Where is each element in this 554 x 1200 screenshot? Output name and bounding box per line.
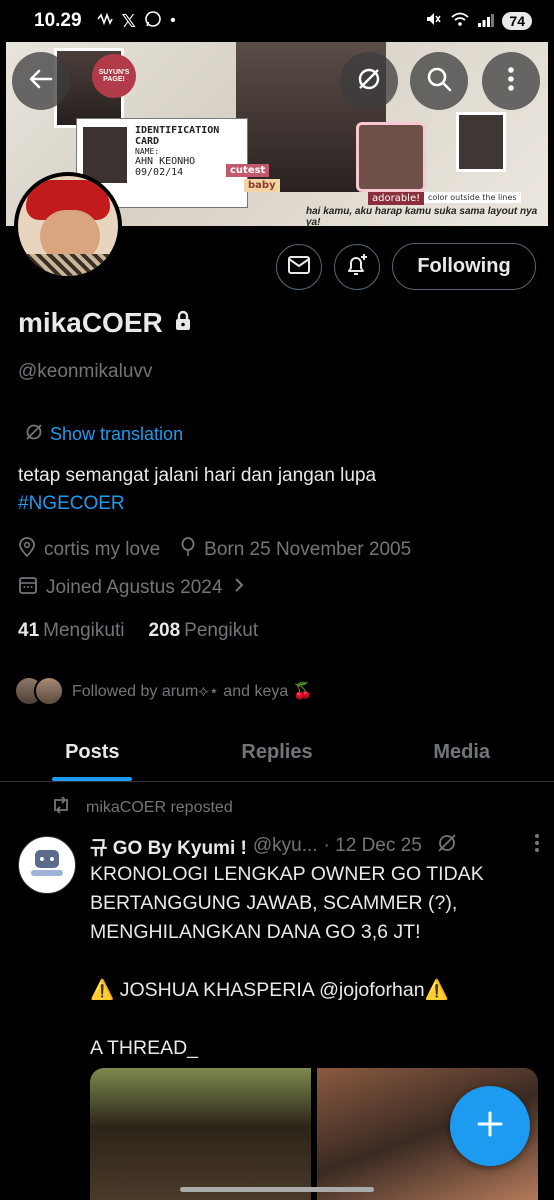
more-vertical-icon: [507, 66, 515, 97]
bio-hashtag-link[interactable]: #NGECOER: [18, 490, 538, 518]
plus-icon: [476, 1110, 504, 1143]
repost-label: mikaCOER reposted: [86, 798, 233, 816]
search-button[interactable]: [410, 52, 468, 110]
message-button[interactable]: [276, 244, 322, 290]
vibrate-icon: [96, 12, 114, 31]
birthday-item: Born 25 November 2005: [180, 537, 411, 563]
post-author-avatar[interactable]: [18, 836, 76, 894]
location-item: cortis my love: [18, 537, 160, 563]
arrow-left-icon: [27, 65, 55, 98]
id-card-date: 09/02/14: [135, 167, 184, 178]
follower-avatar: [34, 676, 64, 706]
compose-button[interactable]: [450, 1086, 530, 1166]
dot-icon: •: [170, 12, 176, 29]
x-logo-icon: 𝕏: [121, 10, 137, 31]
banner-tag-adorable: adorable!: [368, 192, 425, 205]
profile-avatar[interactable]: [14, 172, 122, 280]
author-logo-icon: [27, 846, 67, 885]
status-time: 10.29: [34, 10, 82, 31]
whatsapp-icon: [144, 10, 162, 33]
following-count-link[interactable]: 41 Mengikuti: [18, 620, 124, 642]
profile-meta-row: cortis my love Born 25 November 2005: [18, 537, 423, 563]
show-translation-link[interactable]: Show translation: [24, 422, 183, 447]
id-card-name: AHN KEONHO: [135, 156, 196, 167]
show-translation-label: Show translation: [50, 424, 184, 444]
notifications-button[interactable]: [334, 244, 380, 290]
display-name: mikaCOER: [18, 307, 193, 339]
banner-stamp: SUYUN'S PAGE!: [92, 54, 136, 98]
followers-count-link[interactable]: 208 Pengikut: [148, 620, 258, 642]
status-left-icons: 𝕏 •: [96, 10, 176, 33]
profile-tabs: Posts Replies Media: [0, 724, 554, 782]
status-bar: 10.29 𝕏 • 74: [0, 0, 554, 42]
joined-text: Joined Agustus 2024: [46, 577, 223, 598]
followed-by-text: Followed by arum⟡⋆ and keya 🍒: [72, 683, 313, 700]
repost-indicator: mikaCOER reposted: [50, 796, 233, 819]
post-author-name[interactable]: 규 GO By Kyumi !: [90, 833, 247, 860]
banner-caption: hai kamu, aku harap kamu suka sama layou…: [306, 206, 538, 226]
followers-count: 208: [148, 620, 181, 641]
bio-text: tetap semangat jalani hari dan jangan lu…: [18, 465, 377, 486]
home-indicator[interactable]: [180, 1187, 374, 1192]
banner-photo-heart: [356, 122, 426, 192]
tab-replies[interactable]: Replies: [185, 724, 370, 781]
grok-icon: [355, 65, 383, 98]
banner-photo-small: [456, 112, 506, 172]
wifi-icon: [450, 11, 470, 32]
avatar-shirt: [18, 254, 118, 276]
profile-bio: tetap semangat jalani hari dan jangan lu…: [18, 462, 538, 518]
followed-by-row[interactable]: Followed by arum⟡⋆ and keya 🍒: [14, 676, 313, 706]
post-media-image[interactable]: [90, 1068, 311, 1200]
more-options-button[interactable]: [482, 52, 540, 110]
post-date[interactable]: · 12 Dec 25: [324, 835, 422, 857]
balloon-icon: [180, 537, 196, 563]
banner-tag-cutest: cutest: [226, 164, 270, 177]
profile-handle: @keonmikaluvv: [18, 361, 153, 382]
envelope-icon: [287, 255, 311, 280]
grok-button[interactable]: [340, 52, 398, 110]
follow-counts: 41 Mengikuti 208 Pengikut: [18, 620, 258, 642]
location-pin-icon: [18, 537, 36, 563]
battery-indicator: 74: [502, 12, 532, 30]
chevron-right-icon: [234, 577, 244, 599]
joined-row[interactable]: Joined Agustus 2024: [18, 575, 244, 601]
search-icon: [425, 65, 453, 98]
signal-icon: [478, 11, 495, 32]
mute-icon: [424, 10, 442, 33]
bell-plus-icon: [344, 252, 370, 283]
post-header: 규 GO By Kyumi ! @kyu... · 12 Dec 25: [90, 832, 540, 860]
lock-icon: [173, 307, 193, 339]
status-right-icons: 74: [424, 10, 532, 33]
post-more-icon[interactable]: [534, 833, 540, 859]
repost-icon: [50, 796, 72, 819]
birthday-text: Born 25 November 2005: [204, 539, 412, 560]
back-button[interactable]: [12, 52, 70, 110]
tab-media[interactable]: Media: [369, 724, 554, 781]
banner-tag-color: color outside the lines: [424, 192, 521, 203]
followers-label: Pengikut: [184, 620, 259, 641]
location-text: cortis my love: [44, 539, 161, 560]
calendar-icon: [18, 575, 38, 601]
post-author-username[interactable]: @kyu...: [253, 835, 318, 857]
banner-tag-baby: baby: [244, 179, 280, 192]
id-card-name-label: NAME:: [135, 147, 160, 156]
following-button[interactable]: Following: [392, 243, 536, 290]
grok-icon: [24, 422, 44, 447]
display-name-text: mikaCOER: [18, 307, 163, 338]
id-card-photo: [83, 127, 127, 183]
grok-icon[interactable]: [436, 832, 458, 860]
following-label: Mengikuti: [43, 620, 125, 641]
tab-posts[interactable]: Posts: [0, 724, 185, 781]
id-card-title: IDENTIFICATION CARD: [135, 125, 220, 147]
following-count: 41: [18, 620, 40, 641]
post-text: KRONOLOGI LENGKAP OWNER GO TIDAK BERTANG…: [90, 863, 484, 1059]
